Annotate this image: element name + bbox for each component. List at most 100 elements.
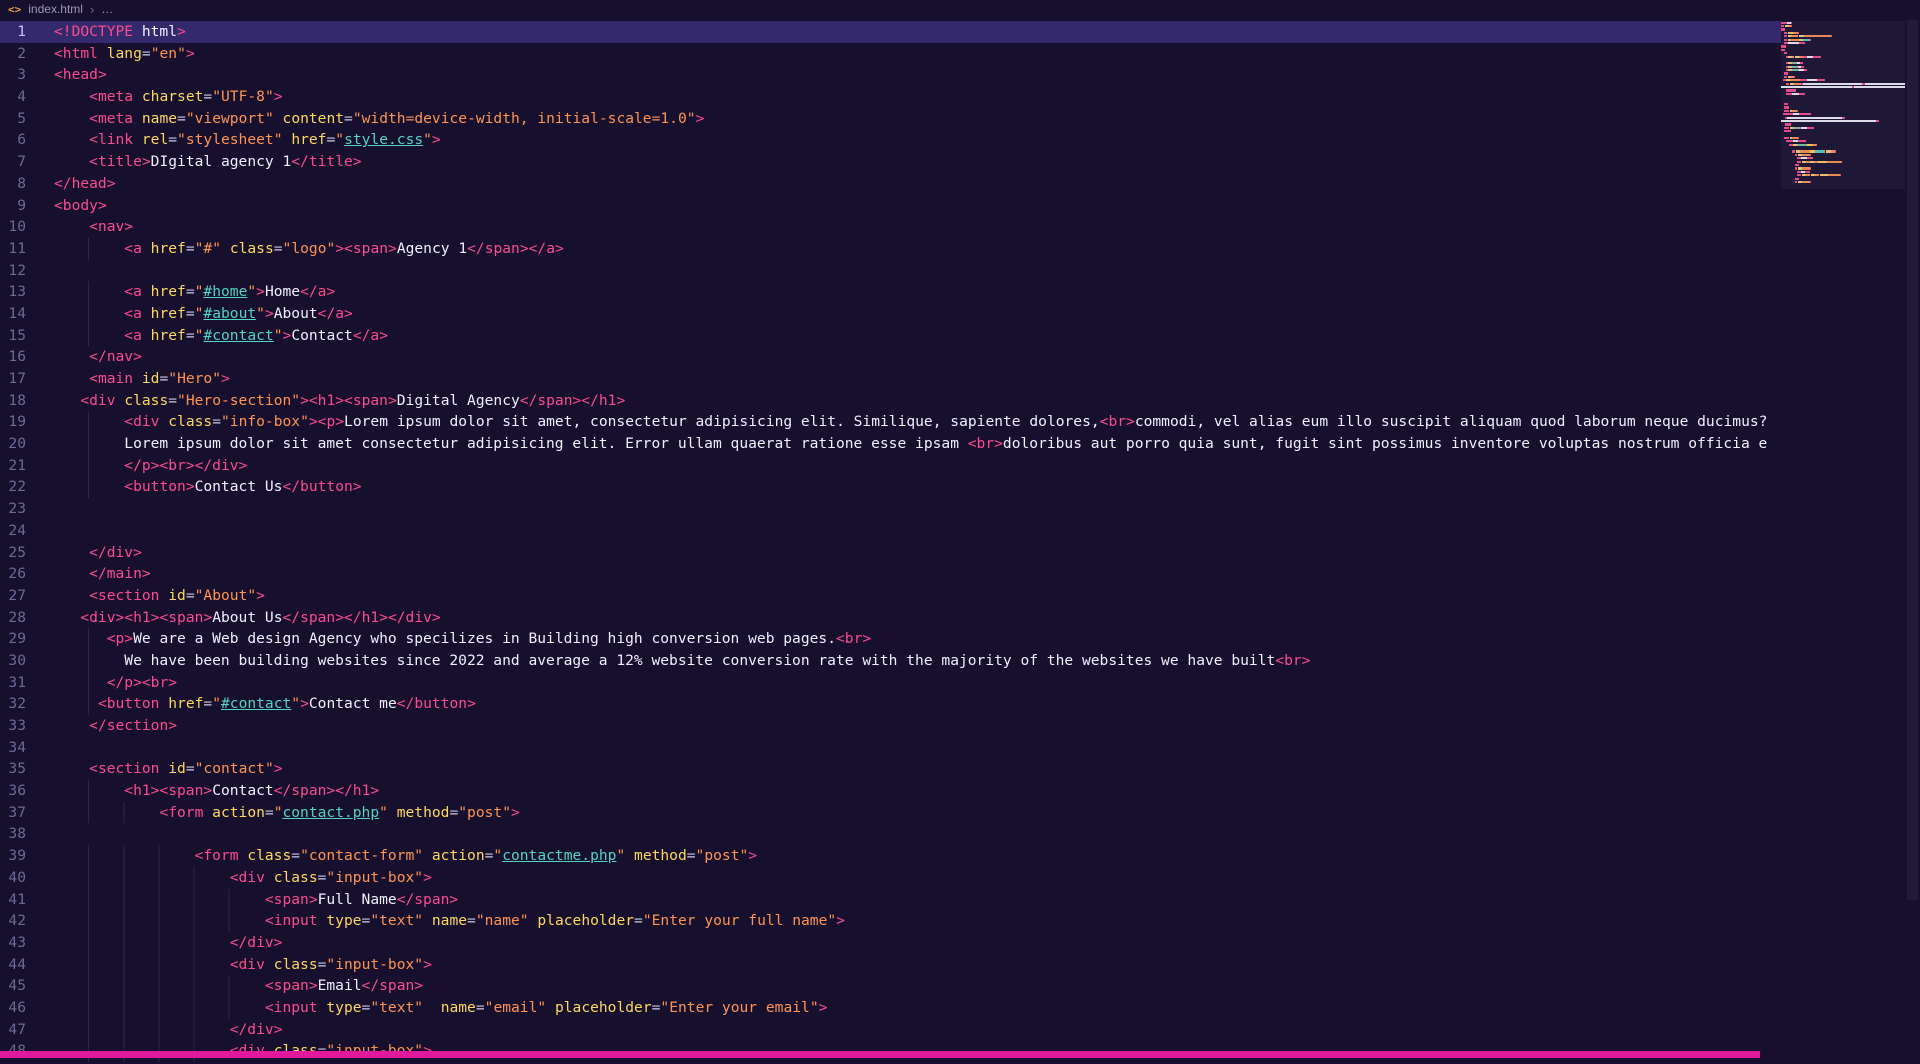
- minimap-slider[interactable]: [1781, 21, 1905, 189]
- code-line[interactable]: 16 </nav>: [0, 346, 1781, 368]
- code-line[interactable]: 34: [0, 737, 1781, 759]
- code-line[interactable]: 26 </main>: [0, 563, 1781, 585]
- code-line[interactable]: 6 <link rel="stylesheet" href="style.css…: [0, 129, 1781, 151]
- line-number[interactable]: 16: [0, 346, 26, 368]
- code-line[interactable]: 43 </div>: [0, 931, 1781, 954]
- code-line[interactable]: 39 <form class="contact-form" action="co…: [0, 845, 1781, 867]
- line-number[interactable]: 2: [0, 43, 26, 65]
- line-number[interactable]: 3: [0, 64, 26, 86]
- line-number[interactable]: 25: [0, 542, 26, 564]
- line-number[interactable]: 10: [0, 216, 26, 238]
- code-line[interactable]: 15 <a href="#contact">Contact</a>: [0, 324, 1781, 347]
- line-number[interactable]: 37: [0, 802, 26, 824]
- code-line[interactable]: 33 </section>: [0, 715, 1781, 737]
- code-line[interactable]: 21 </p><br></div>: [0, 454, 1781, 477]
- code-line[interactable]: 19 <div class="info-box"><p>Lorem ipsum …: [0, 411, 1781, 434]
- code-line[interactable]: 36 <h1><span>Contact</span></h1>: [0, 780, 1781, 802]
- code-line[interactable]: 45 <span>Email</span>: [0, 975, 1781, 997]
- line-number[interactable]: 46: [0, 997, 26, 1019]
- code-line[interactable]: 42 <input type="text" name="name" placeh…: [0, 910, 1781, 932]
- minimap[interactable]: [1781, 21, 1905, 1061]
- code-line[interactable]: 32 <button href="#contact">Contact me</b…: [0, 693, 1781, 715]
- code-line[interactable]: 11 <a href="#" class="logo"><span>Agency…: [0, 237, 1781, 260]
- code-line[interactable]: 7 <title>DIgital agency 1</title>: [0, 151, 1781, 173]
- line-number[interactable]: 5: [0, 108, 26, 130]
- code-line[interactable]: 28 <div><h1><span>About Us</span></h1></…: [0, 607, 1781, 629]
- code-line[interactable]: 27 <section id="About">: [0, 585, 1781, 607]
- code-line[interactable]: 20 Lorem ipsum dolor sit amet consectetu…: [0, 433, 1781, 455]
- code-line[interactable]: 46 <input type="text" name="email" place…: [0, 996, 1781, 1019]
- code-line[interactable]: 9 <body>: [0, 195, 1781, 217]
- code-line[interactable]: 41 <span>Full Name</span>: [0, 888, 1781, 911]
- line-number[interactable]: 14: [0, 303, 26, 325]
- line-number[interactable]: 6: [0, 129, 26, 151]
- line-number[interactable]: 21: [0, 455, 26, 477]
- line-number[interactable]: 30: [0, 650, 26, 672]
- code-line[interactable]: 29 <p>We are a Web design Agency who spe…: [0, 628, 1781, 650]
- line-number[interactable]: 28: [0, 607, 26, 629]
- line-number[interactable]: 44: [0, 954, 26, 976]
- line-number[interactable]: 43: [0, 932, 26, 954]
- line-number[interactable]: 19: [0, 411, 26, 433]
- editor-pane[interactable]: 1 <!DOCTYPE html> 2 <html lang="en"> 3 <head>…: [0, 18, 1920, 1064]
- code-line[interactable]: 3 <head>: [0, 64, 1781, 86]
- vertical-scrollbar-thumb[interactable]: [1907, 20, 1918, 900]
- line-number[interactable]: 27: [0, 585, 26, 607]
- line-number[interactable]: 12: [0, 260, 26, 282]
- code-line[interactable]: 8 </head>: [0, 173, 1781, 195]
- code-line[interactable]: 18 <div class="Hero-section"><h1><span>D…: [0, 390, 1781, 412]
- line-number[interactable]: 40: [0, 867, 26, 889]
- line-number[interactable]: 22: [0, 476, 26, 498]
- line-number[interactable]: 1: [0, 21, 26, 43]
- line-number[interactable]: 36: [0, 780, 26, 802]
- line-number[interactable]: 26: [0, 563, 26, 585]
- line-number[interactable]: 29: [0, 628, 26, 650]
- code-line[interactable]: 30 We have been building websites since …: [0, 649, 1781, 672]
- line-number[interactable]: 39: [0, 845, 26, 867]
- code-line[interactable]: 40 <div class="input-box">: [0, 866, 1781, 889]
- line-number[interactable]: 18: [0, 390, 26, 412]
- line-number[interactable]: 8: [0, 173, 26, 195]
- line-number[interactable]: 33: [0, 715, 26, 737]
- code-line[interactable]: 22 <button>Contact Us</button>: [0, 476, 1781, 499]
- line-number[interactable]: 24: [0, 520, 26, 542]
- horizontal-scrollbar[interactable]: [0, 1051, 1760, 1058]
- code-line[interactable]: 23: [0, 498, 1781, 520]
- line-number[interactable]: 13: [0, 281, 26, 303]
- line-number[interactable]: 31: [0, 672, 26, 694]
- code-line[interactable]: 47 </div>: [0, 1018, 1781, 1041]
- line-number[interactable]: 15: [0, 325, 26, 347]
- line-number[interactable]: 32: [0, 693, 26, 715]
- code-line[interactable]: 2 <html lang="en">: [0, 43, 1781, 65]
- line-number[interactable]: 38: [0, 823, 26, 845]
- code-line[interactable]: 35 <section id="contact">: [0, 758, 1781, 780]
- line-number[interactable]: 17: [0, 368, 26, 390]
- line-number[interactable]: 42: [0, 910, 26, 932]
- code-line[interactable]: 5 <meta name="viewport" content="width=d…: [0, 108, 1781, 130]
- code-line[interactable]: 31 </p><br>: [0, 671, 1781, 694]
- breadcrumb-file-name[interactable]: index.html: [28, 2, 83, 16]
- line-number[interactable]: 23: [0, 498, 26, 520]
- line-number[interactable]: 20: [0, 433, 26, 455]
- code-area[interactable]: 1 <!DOCTYPE html> 2 <html lang="en"> 3 <head>…: [0, 21, 1781, 1062]
- line-number[interactable]: 11: [0, 238, 26, 260]
- line-number[interactable]: 7: [0, 151, 26, 173]
- line-number[interactable]: 4: [0, 86, 26, 108]
- line-number[interactable]: 47: [0, 1019, 26, 1041]
- code-line[interactable]: 24: [0, 520, 1781, 542]
- vertical-scrollbar[interactable]: [1905, 18, 1920, 1064]
- code-line[interactable]: 38: [0, 823, 1781, 845]
- line-number[interactable]: 35: [0, 758, 26, 780]
- breadcrumb[interactable]: <> index.html › …: [0, 0, 1920, 18]
- code-line[interactable]: 12: [0, 260, 1781, 282]
- code-line[interactable]: 17 <main id="Hero">: [0, 368, 1781, 390]
- code-line[interactable]: 10 <nav>: [0, 216, 1781, 238]
- code-line[interactable]: 1 <!DOCTYPE html>: [0, 21, 1781, 43]
- code-line[interactable]: 25 </div>: [0, 542, 1781, 564]
- line-number[interactable]: 45: [0, 975, 26, 997]
- line-number[interactable]: 41: [0, 889, 26, 911]
- code-line[interactable]: 4 <meta charset="UTF-8">: [0, 86, 1781, 108]
- code-line[interactable]: 14 <a href="#about">About</a>: [0, 302, 1781, 325]
- code-line[interactable]: 44 <div class="input-box">: [0, 953, 1781, 976]
- line-number[interactable]: 34: [0, 737, 26, 759]
